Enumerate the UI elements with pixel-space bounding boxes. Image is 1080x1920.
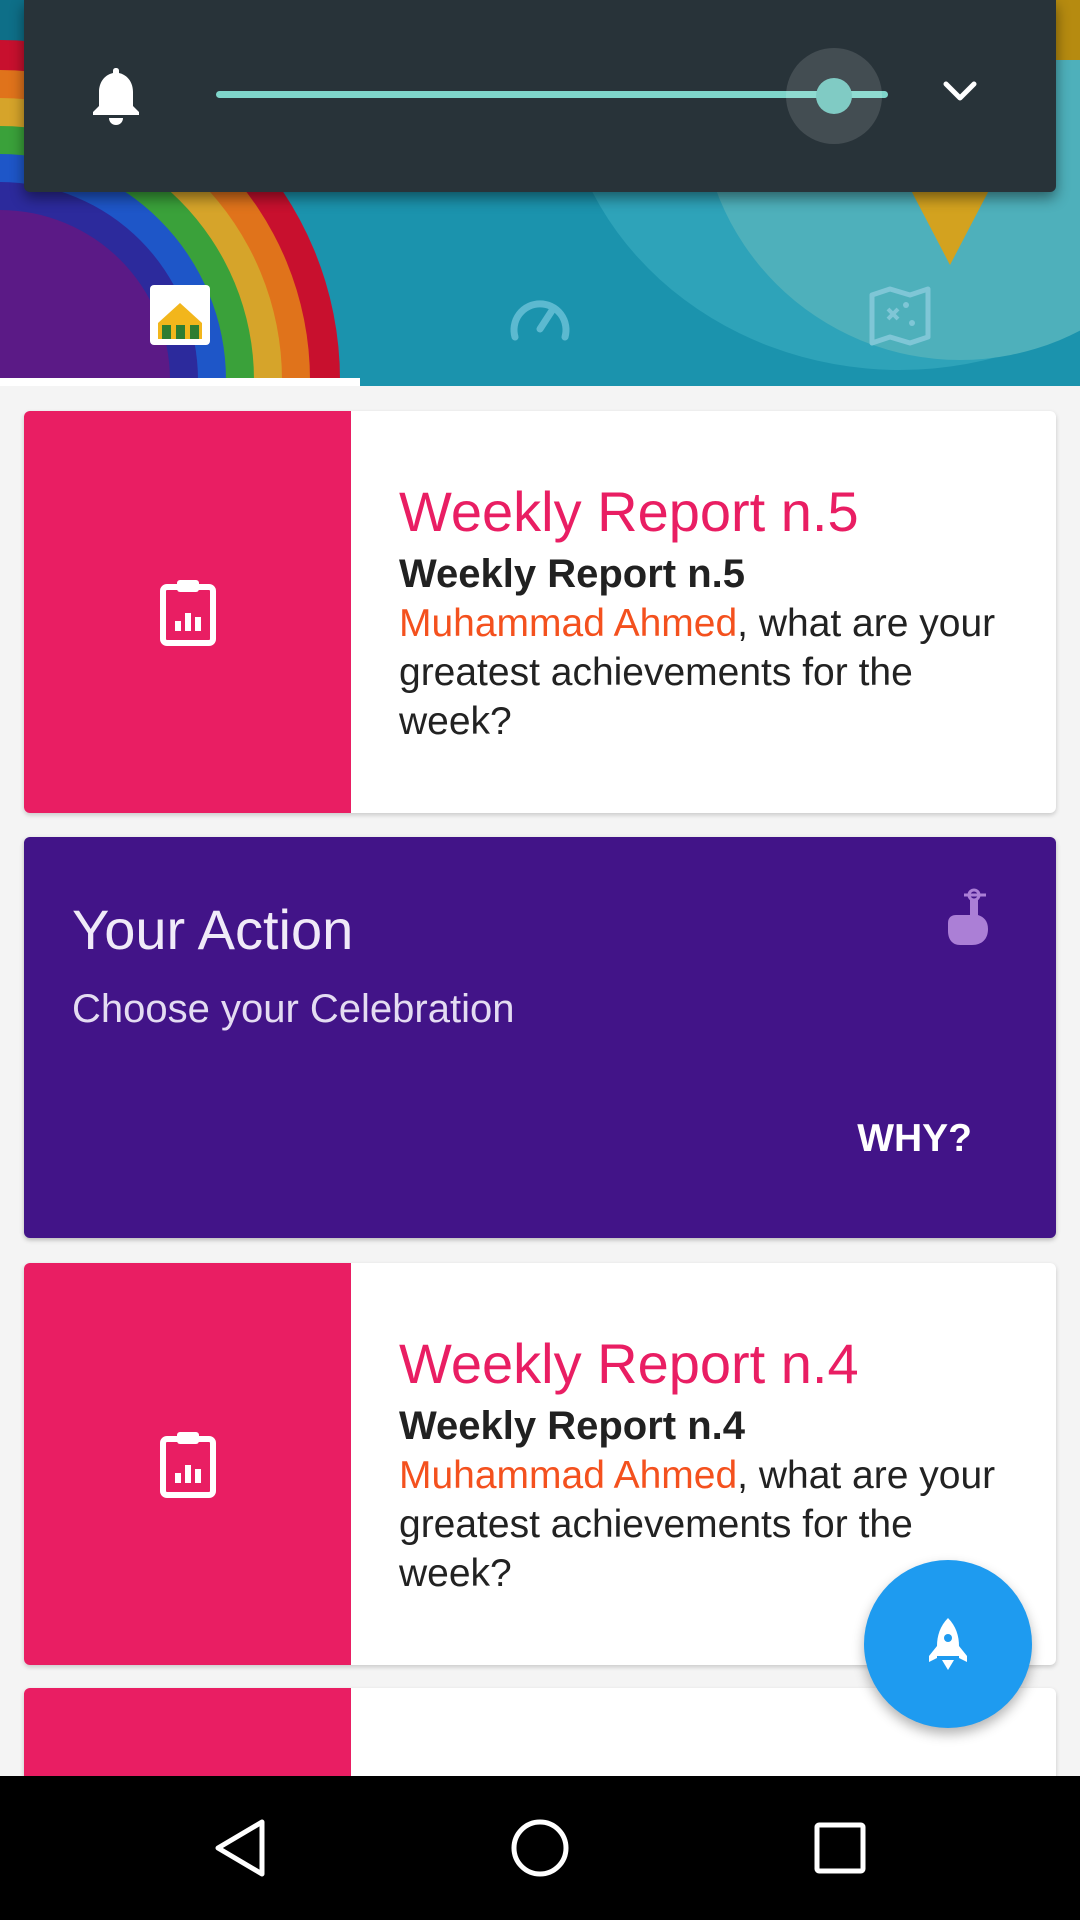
card-icon-panel bbox=[24, 1263, 351, 1665]
clipboard-chart-icon bbox=[159, 580, 216, 646]
card-subtitle: Weekly Report n.5 bbox=[399, 552, 746, 596]
rocket-fab-button[interactable] bbox=[864, 1560, 1032, 1728]
card-subtitle: Weekly Report n.4 bbox=[399, 1404, 746, 1448]
bell-icon[interactable] bbox=[88, 64, 144, 126]
clipboard-chart-icon bbox=[159, 1432, 216, 1498]
nav-home-button[interactable] bbox=[468, 1776, 612, 1920]
tab-progress[interactable] bbox=[490, 270, 590, 360]
weekly-report-card[interactable]: Weekly Report n.5 Weekly Report n.5 Muha… bbox=[24, 411, 1056, 813]
card-body: Muhammad Ahmed, what are your greatest a… bbox=[399, 599, 1016, 746]
card-title: Weekly Report n.4 bbox=[399, 1332, 859, 1395]
why-button[interactable]: WHY? bbox=[857, 1117, 972, 1161]
volume-panel bbox=[24, 0, 1056, 192]
rocket-icon bbox=[929, 1618, 967, 1670]
action-title: Your Action bbox=[72, 898, 354, 961]
action-subtitle: Choose your Celebration bbox=[72, 987, 515, 1031]
volume-slider-thumb[interactable] bbox=[816, 78, 853, 114]
system-navigation-bar bbox=[0, 1776, 1080, 1920]
finger-ribbon-icon bbox=[948, 888, 988, 945]
card-content: Weekly Report n.4 Weekly Report n.4 Muha… bbox=[399, 1329, 1016, 1598]
speedometer-icon bbox=[510, 300, 570, 341]
user-name: Muhammad Ahmed bbox=[399, 602, 738, 645]
chevron-down-icon[interactable] bbox=[942, 80, 978, 104]
tab-map[interactable] bbox=[850, 270, 950, 360]
nav-back-button[interactable] bbox=[168, 1776, 312, 1920]
back-icon bbox=[215, 1819, 265, 1877]
home-icon bbox=[150, 285, 210, 345]
card-content: Weekly Report n.5 Weekly Report n.5 Muha… bbox=[399, 477, 1016, 746]
card-icon-panel bbox=[24, 411, 351, 813]
nav-recents-button[interactable] bbox=[768, 1776, 912, 1920]
tab-selected-indicator bbox=[0, 378, 360, 386]
tab-home[interactable] bbox=[130, 270, 230, 360]
your-action-card[interactable]: Your Action Choose your Celebration WHY? bbox=[24, 837, 1056, 1238]
card-title: Weekly Report n.5 bbox=[399, 480, 859, 543]
map-icon bbox=[869, 286, 931, 346]
home-circle-icon bbox=[511, 1819, 569, 1877]
user-name: Muhammad Ahmed bbox=[399, 1454, 738, 1497]
recents-icon bbox=[814, 1822, 866, 1874]
